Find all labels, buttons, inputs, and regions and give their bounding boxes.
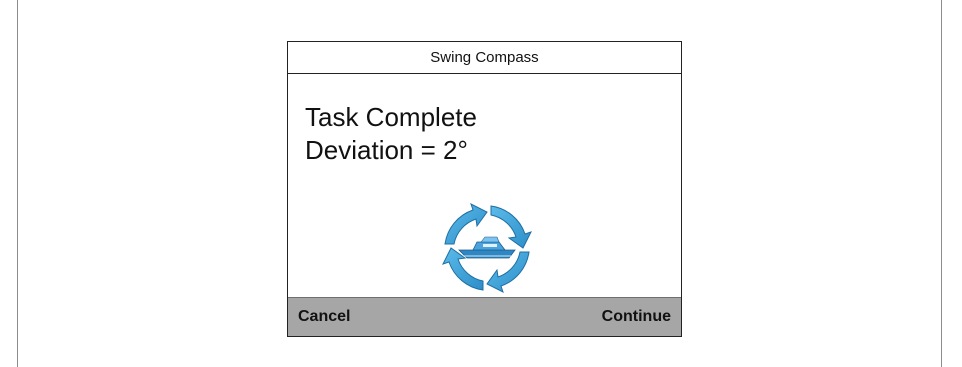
cancel-button[interactable]: Cancel: [298, 298, 350, 336]
swing-compass-dialog: Swing Compass Task Complete Deviation = …: [287, 41, 682, 337]
task-complete-text: Task Complete: [305, 102, 477, 132]
continue-button[interactable]: Continue: [602, 298, 671, 336]
dialog-message: Task Complete Deviation = 2°: [305, 101, 477, 167]
rotating-boat-icon: [439, 200, 535, 296]
dialog-title: Swing Compass: [288, 42, 681, 74]
softkey-bar: Cancel Continue: [288, 297, 681, 336]
deviation-text: Deviation = 2°: [305, 135, 468, 165]
